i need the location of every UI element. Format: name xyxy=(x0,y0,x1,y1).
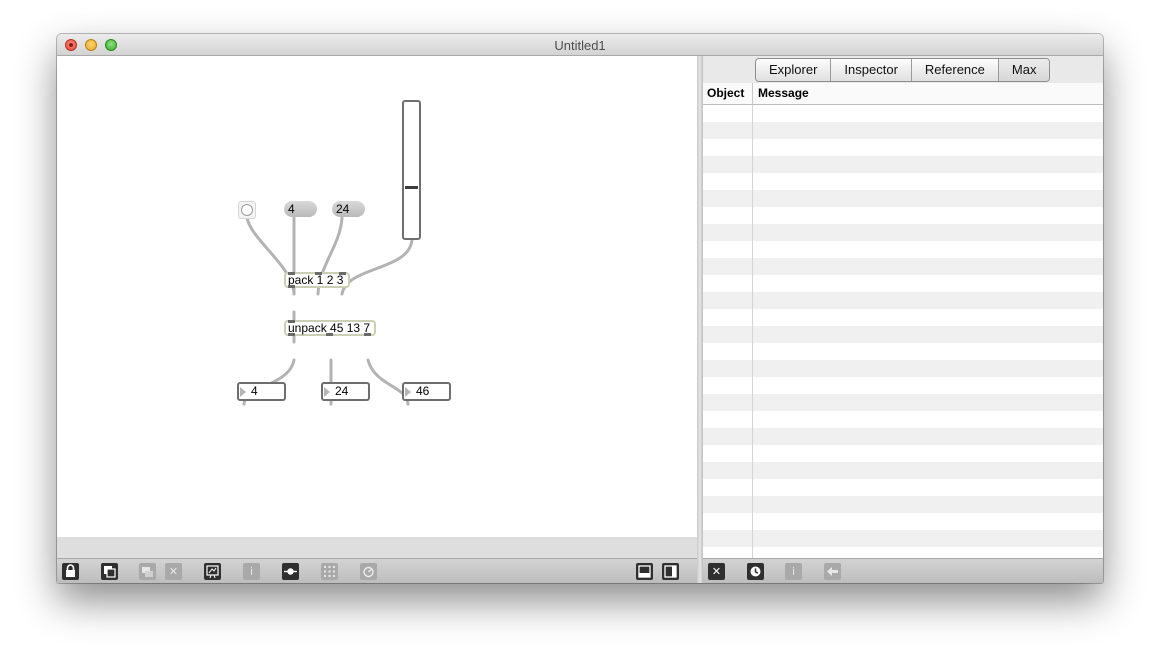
lock-icon[interactable] xyxy=(62,563,79,580)
clock-icon[interactable] xyxy=(747,563,764,580)
slider-object-icon[interactable] xyxy=(282,563,299,580)
unpack-object[interactable]: unpack 45 13 7 xyxy=(284,320,376,336)
column-header-message[interactable]: Message xyxy=(758,86,809,100)
tab-reference[interactable]: Reference xyxy=(912,59,999,81)
pack-object[interactable]: pack 1 2 3 xyxy=(284,272,350,288)
number-box-value: 46 xyxy=(416,384,430,398)
number-box-arrow-icon xyxy=(240,387,246,397)
max-patcher-window: Untitled1 4 24 pack 1 2 3 unpack 45 13 7… xyxy=(57,34,1103,583)
patcher-canvas[interactable]: 4 24 pack 1 2 3 unpack 45 13 7 4 24 46 xyxy=(57,56,697,537)
patch-cord xyxy=(340,238,414,296)
number-box[interactable]: 4 xyxy=(237,382,286,401)
back-arrow-icon[interactable] xyxy=(824,563,841,580)
message-box[interactable]: 24 xyxy=(332,201,365,217)
tab-inspector[interactable]: Inspector xyxy=(831,59,912,81)
message-box-label: 24 xyxy=(336,202,350,216)
debug-icon[interactable] xyxy=(360,563,377,580)
grid-icon[interactable] xyxy=(321,563,338,580)
vertical-slider[interactable] xyxy=(402,100,421,240)
sidebar: Explorer Inspector Reference Max Object … xyxy=(703,56,1103,583)
stack-icon[interactable] xyxy=(139,563,156,580)
window-title: Untitled1 xyxy=(554,38,606,53)
sidebar-tabs: Explorer Inspector Reference Max xyxy=(755,58,1051,82)
pack-object-text: pack 1 2 3 xyxy=(288,273,344,287)
clear-icon[interactable]: ✕ xyxy=(708,563,725,580)
title-bar: Untitled1 xyxy=(57,34,1103,56)
tab-explorer[interactable]: Explorer xyxy=(756,59,832,81)
info-icon[interactable]: i xyxy=(785,563,802,580)
paint-icon[interactable] xyxy=(204,563,221,580)
number-box[interactable]: 24 xyxy=(321,382,370,401)
presentation-toggle-icon[interactable] xyxy=(101,563,118,580)
column-header-object[interactable]: Object xyxy=(707,86,744,100)
close-x-icon[interactable]: ✕ xyxy=(165,563,182,580)
patch-cords xyxy=(242,216,414,406)
tab-max[interactable]: Max xyxy=(998,59,1050,81)
message-box[interactable]: 4 xyxy=(284,201,317,217)
side-panel-icon[interactable] xyxy=(662,563,679,580)
slider-knob[interactable] xyxy=(405,186,418,189)
number-box-arrow-icon xyxy=(324,387,330,397)
number-box-value: 4 xyxy=(251,384,258,398)
number-box-value: 24 xyxy=(335,384,349,398)
number-box[interactable]: 46 xyxy=(402,382,451,401)
console-table-header: Object Message xyxy=(703,83,1103,105)
info-icon[interactable]: i xyxy=(243,563,260,580)
bottom-panel-icon[interactable] xyxy=(636,563,653,580)
number-box-arrow-icon xyxy=(405,387,411,397)
sidebar-toolbar: ✕ i xyxy=(703,558,1103,583)
patcher-status-strip xyxy=(57,537,697,558)
toggle-button[interactable] xyxy=(238,201,256,219)
message-box-label: 4 xyxy=(288,202,295,216)
console-message-list[interactable] xyxy=(703,105,1103,558)
patcher-toolbar: ✕ i xyxy=(57,558,697,583)
